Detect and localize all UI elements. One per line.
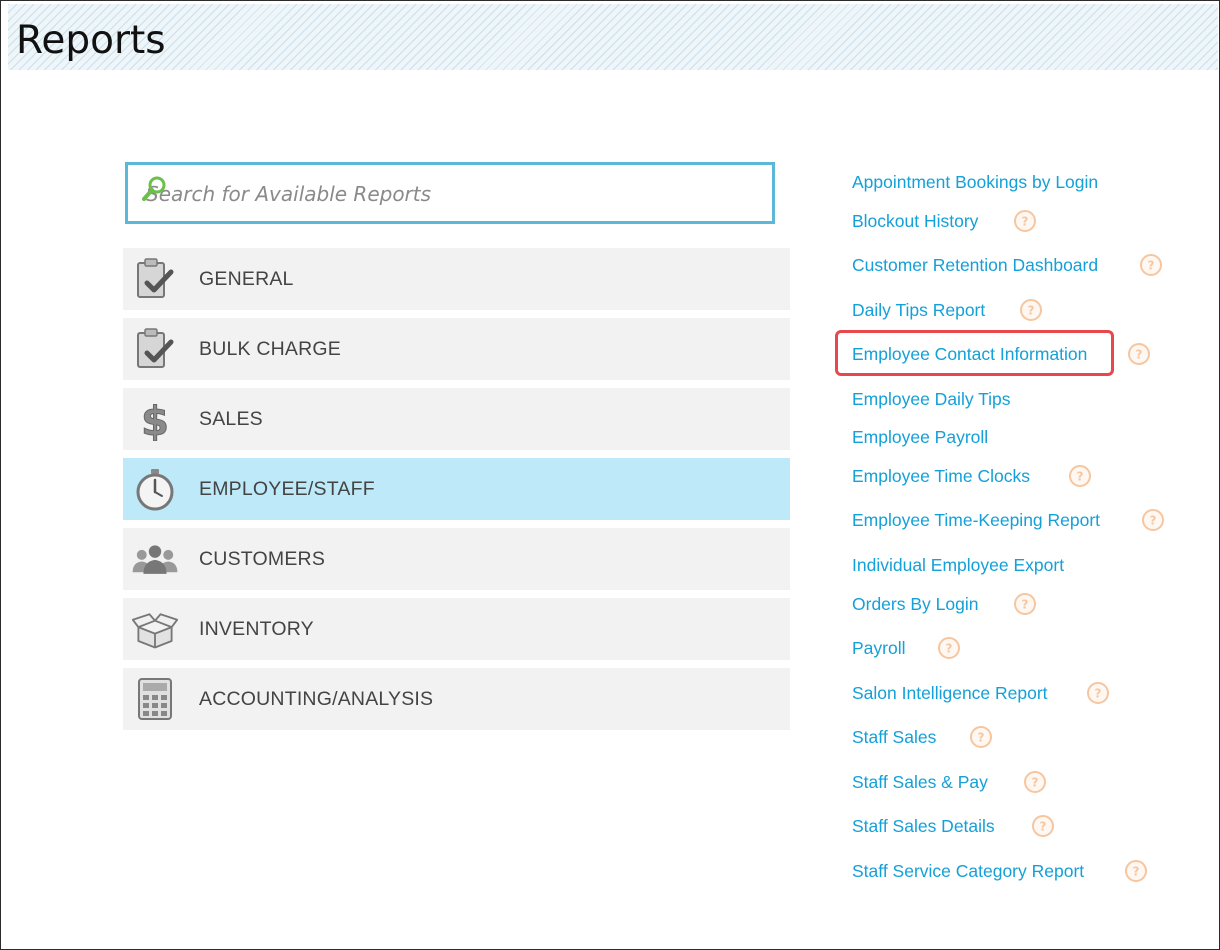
help-icon[interactable]: ? [1020, 299, 1042, 321]
help-icon[interactable]: ? [1032, 815, 1054, 837]
svg-text:?: ? [978, 731, 985, 745]
report-link[interactable]: Staff Sales [852, 722, 936, 752]
category-label: BULK CHARGE [199, 338, 341, 360]
report-category-list: GENERAL BULK CHARGE $ SALES EMPLOYEE/STA… [123, 248, 790, 738]
report-link[interactable]: Staff Service Category Report [852, 856, 1084, 886]
category-label: GENERAL [199, 268, 294, 290]
help-icon[interactable]: ? [1024, 771, 1046, 793]
clipboard-check-icon [131, 326, 179, 372]
report-link[interactable]: Blockout History [852, 206, 978, 236]
svg-text:?: ? [1032, 776, 1039, 790]
svg-text:?: ? [1095, 687, 1102, 701]
category-label: CUSTOMERS [199, 548, 326, 570]
svg-text:?: ? [1136, 348, 1143, 362]
category-label: EMPLOYEE/STAFF [199, 478, 375, 500]
help-icon[interactable]: ? [1069, 465, 1091, 487]
svg-text:?: ? [1022, 598, 1029, 612]
report-item: Daily Tips Report? [852, 295, 1042, 325]
help-icon[interactable]: ? [1142, 509, 1164, 531]
help-icon[interactable]: ? [970, 726, 992, 748]
report-link[interactable]: Individual Employee Export [852, 550, 1064, 580]
report-item: Orders By Login? [852, 589, 1036, 619]
report-item: Staff Sales? [852, 722, 992, 752]
report-item: Staff Sales Details? [852, 811, 1054, 841]
help-icon[interactable]: ? [1087, 682, 1109, 704]
report-link[interactable]: Employee Contact Information [852, 339, 1087, 369]
report-item: Employee Time-Keeping Report? [852, 505, 1164, 535]
report-item: Employee Time Clocks? [852, 461, 1091, 491]
category-label: SALES [199, 408, 263, 430]
help-icon[interactable]: ? [1014, 593, 1036, 615]
help-icon[interactable]: ? [1014, 210, 1036, 232]
category-accounting-analysis[interactable]: ACCOUNTING/ANALYSIS [123, 668, 790, 730]
open-box-icon [131, 606, 179, 652]
category-customers[interactable]: CUSTOMERS [123, 528, 790, 590]
page-title: Reports [16, 18, 166, 63]
help-icon[interactable]: ? [1125, 860, 1147, 882]
report-item: Staff Sales & Pay? [852, 767, 1046, 797]
report-item: Employee Payroll [852, 422, 988, 452]
report-link[interactable]: Orders By Login [852, 589, 978, 619]
svg-text:?: ? [1028, 304, 1035, 318]
svg-text:?: ? [946, 642, 953, 656]
svg-text:?: ? [1022, 215, 1029, 229]
svg-text:?: ? [1040, 820, 1047, 834]
report-link[interactable]: Employee Time Clocks [852, 461, 1030, 491]
help-icon[interactable]: ? [1140, 254, 1162, 276]
report-link[interactable]: Payroll [852, 633, 906, 663]
calculator-icon [131, 676, 179, 722]
report-link[interactable]: Employee Time-Keeping Report [852, 505, 1100, 535]
help-icon[interactable]: ? [938, 637, 960, 659]
report-item: Staff Service Category Report? [852, 856, 1147, 886]
category-bulk-charge[interactable]: BULK CHARGE [123, 318, 790, 380]
report-list: Appointment Bookings by Login Blockout Hi… [852, 0, 1212, 950]
report-item: Employee Contact Information? [852, 339, 1150, 369]
svg-text:?: ? [1148, 259, 1155, 273]
category-general[interactable]: GENERAL [123, 248, 790, 310]
report-link[interactable]: Employee Payroll [852, 422, 988, 452]
report-link[interactable]: Employee Daily Tips [852, 384, 1011, 414]
svg-text:$: $ [141, 399, 169, 441]
svg-text:?: ? [1150, 514, 1157, 528]
report-link[interactable]: Customer Retention Dashboard [852, 250, 1098, 280]
report-item: Customer Retention Dashboard? [852, 250, 1162, 280]
report-item: Payroll? [852, 633, 960, 663]
search-icon [140, 175, 168, 203]
report-item: Salon Intelligence Report? [852, 678, 1109, 708]
svg-text:?: ? [1077, 470, 1084, 484]
report-link[interactable]: Daily Tips Report [852, 295, 985, 325]
report-link[interactable]: Salon Intelligence Report [852, 678, 1048, 708]
category-inventory[interactable]: INVENTORY [123, 598, 790, 660]
report-item: Appointment Bookings by Login [852, 167, 1098, 197]
report-item: Employee Daily Tips [852, 384, 1011, 414]
category-label: INVENTORY [199, 618, 314, 640]
category-employee-staff[interactable]: EMPLOYEE/STAFF [123, 458, 790, 520]
category-label: ACCOUNTING/ANALYSIS [199, 688, 434, 710]
report-link[interactable]: Staff Sales Details [852, 811, 995, 841]
report-link[interactable]: Staff Sales & Pay [852, 767, 988, 797]
report-item: Blockout History? [852, 206, 1036, 236]
report-search-input[interactable] [144, 171, 748, 217]
svg-text:?: ? [1133, 865, 1140, 879]
report-item: Individual Employee Export [852, 550, 1064, 580]
report-search-box[interactable] [125, 162, 775, 224]
report-link[interactable]: Appointment Bookings by Login [852, 167, 1098, 197]
category-sales[interactable]: $ SALES [123, 388, 790, 450]
stopwatch-icon [131, 466, 179, 512]
dollar-icon: $ [131, 396, 179, 442]
help-icon[interactable]: ? [1128, 343, 1150, 365]
clipboard-check-icon [131, 256, 179, 302]
people-icon [131, 536, 179, 582]
